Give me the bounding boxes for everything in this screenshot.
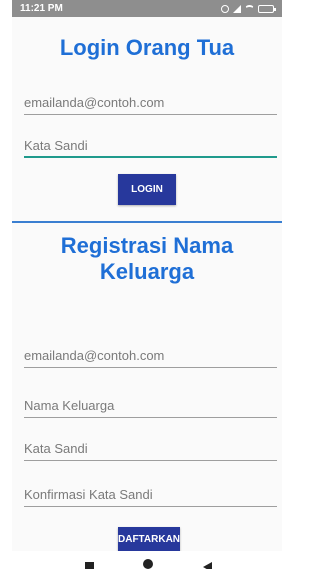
navigation-bar <box>0 551 290 569</box>
register-title: Registrasi Nama Keluarga <box>60 233 234 284</box>
battery-icon <box>258 4 276 13</box>
login-email-field[interactable] <box>24 91 277 115</box>
register-button[interactable]: DAFTARKAN <box>118 527 180 551</box>
family-name-input[interactable] <box>24 394 277 417</box>
login-password-field[interactable] <box>24 134 277 158</box>
login-password-input[interactable] <box>24 134 277 156</box>
family-name-field[interactable] <box>24 394 277 418</box>
back-icon[interactable] <box>203 562 212 569</box>
section-divider <box>12 221 282 223</box>
login-button[interactable]: LOGIN <box>118 174 176 205</box>
alarm-icon <box>221 4 229 13</box>
signal-icon <box>233 4 241 13</box>
register-email-field[interactable] <box>24 344 277 368</box>
status-bar: 11:21 PM <box>12 0 282 17</box>
login-title: Login Orang Tua <box>59 35 235 60</box>
app-screen: Login Orang Tua LOGIN Registrasi Nama Ke… <box>12 17 282 551</box>
home-icon[interactable] <box>143 559 153 569</box>
login-email-input[interactable] <box>24 91 277 114</box>
register-email-input[interactable] <box>24 344 277 367</box>
register-password-input[interactable] <box>24 437 277 460</box>
recent-apps-icon[interactable] <box>85 562 94 569</box>
confirm-password-input[interactable] <box>24 483 277 506</box>
status-time: 11:21 PM <box>20 3 63 14</box>
wifi-icon <box>245 5 254 12</box>
status-icons <box>221 4 276 13</box>
register-password-field[interactable] <box>24 437 277 461</box>
confirm-password-field[interactable] <box>24 483 277 507</box>
